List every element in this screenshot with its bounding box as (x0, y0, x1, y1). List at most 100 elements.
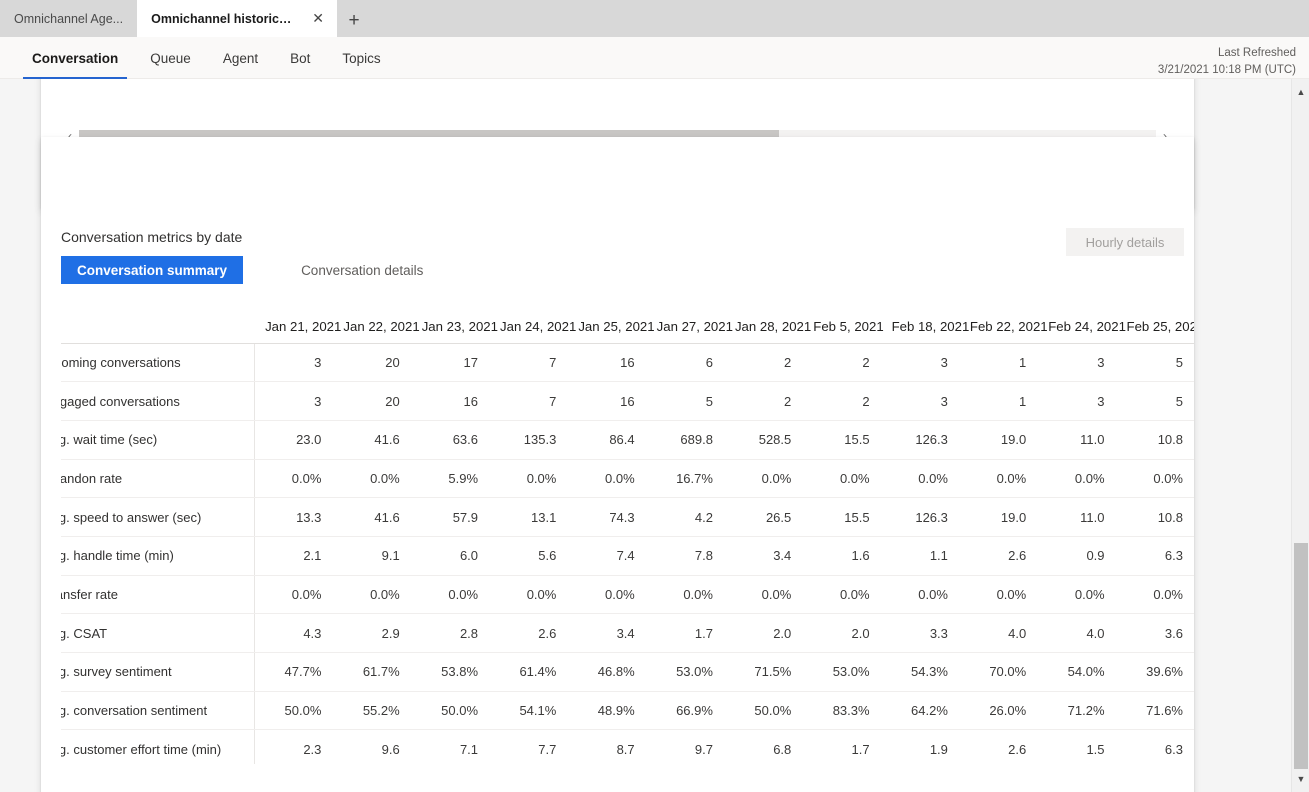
table-cell: 7.7 (489, 729, 568, 764)
column-header[interactable]: Jan 24, 2021 (489, 295, 576, 344)
table-row: Engaged conversations320167165223135 (61, 381, 1194, 421)
table-row: Transfer rate0.0%0.0%0.0%0.0%0.0%0.0%0.0… (61, 575, 1194, 615)
tab-label: Queue (150, 50, 191, 66)
row-label: Avg. customer effort time (min) (61, 729, 255, 764)
table-cell: 0.0% (1037, 575, 1116, 615)
table-cell: 0.0% (332, 575, 411, 615)
table-cell: 0.0% (567, 459, 646, 499)
browser-tab-active[interactable]: Omnichannel historical an... ✕ (137, 0, 338, 37)
table-cell: 11.0 (1037, 420, 1116, 460)
table-cell: 1.1 (880, 536, 959, 576)
table-cell: 3.4 (723, 536, 803, 576)
table-cell: 71.6% (1115, 691, 1194, 731)
column-header[interactable]: Feb 24, 2021 (1037, 295, 1126, 344)
tab-bot[interactable]: Bot (278, 37, 322, 79)
column-header[interactable]: Jan 22, 2021 (332, 295, 420, 344)
metrics-table-scroll-region[interactable]: Jan 21, 2021 Jan 22, 2021 Jan 23, 2021 J… (61, 295, 1194, 764)
table-cell: 126.3 (880, 497, 959, 537)
column-header[interactable]: Jan 28, 2021 (723, 295, 811, 344)
scroll-thumb[interactable] (1294, 543, 1308, 769)
table-cell: 6.0 (410, 536, 490, 576)
report-page: ‹ › Conversation metrics by date Hourly … (0, 79, 1291, 792)
table-row: Avg. customer effort time (min) 2.3 9.6 7.1… (61, 729, 1194, 764)
table-cell: 10.8 (1115, 497, 1194, 537)
scroll-down-icon[interactable]: ▼ (1292, 770, 1309, 788)
table-cell: 2.1 (254, 536, 333, 576)
table-cell: 26.0% (958, 691, 1038, 731)
table-cell: 83.3% (802, 691, 881, 731)
table-cell: 0.0% (1037, 459, 1116, 499)
table-cell: 17 (410, 343, 490, 383)
table-cell: 1.9 (880, 729, 959, 764)
table-cell: 19.0 (958, 497, 1038, 537)
table-cell: 53.0% (645, 652, 724, 692)
pivot-conversation-details[interactable]: Conversation details (285, 256, 439, 284)
column-header[interactable]: Feb 25, 2021 (1115, 295, 1194, 344)
tab-topics[interactable]: Topics (330, 37, 392, 79)
table-cell: 0.0% (723, 575, 803, 615)
table-cell: 0.0% (254, 459, 333, 499)
table-cell: 6.3 (1115, 729, 1194, 764)
table-cell: 7.8 (645, 536, 724, 576)
table-cell: 3.4 (567, 613, 646, 653)
browser-tab-inactive[interactable]: Omnichannel Age... (0, 0, 138, 37)
table-cell: 2 (723, 381, 803, 421)
report-nav-tabs: Conversation Queue Agent Bot Topics (20, 37, 393, 79)
table-cell: 4.3 (254, 613, 333, 653)
pivot-conversation-summary[interactable]: Conversation summary (61, 256, 244, 284)
page-vertical-scrollbar[interactable]: ▲ ▼ (1291, 79, 1309, 792)
table-cell: 54.1% (489, 691, 568, 731)
tab-agent[interactable]: Agent (211, 37, 270, 79)
table-cell: 0.9 (1037, 536, 1116, 576)
table-row: Incoming conversations320177166223135 (61, 343, 1194, 383)
table-cell: 7 (489, 343, 568, 383)
table-cell: 2.6 (958, 536, 1038, 576)
table-cell: 3 (254, 381, 333, 421)
column-header[interactable]: Jan 23, 2021 (410, 295, 498, 344)
table-cell: 55.2% (332, 691, 411, 731)
tab-label: Conversation (32, 50, 119, 66)
table-cell: 7.1 (410, 729, 490, 764)
table-cell: 66.9% (645, 691, 724, 731)
table-cell: 19.0 (958, 420, 1038, 460)
table-cell: 0.0% (410, 575, 490, 615)
hourly-details-button[interactable]: Hourly details (1066, 228, 1184, 256)
table-cell: 0.0% (489, 575, 568, 615)
table-cell: 7.4 (567, 536, 646, 576)
last-refreshed-value: 3/21/2021 10:18 PM (UTC) (1157, 64, 1296, 76)
table-cell: 0.0% (567, 575, 646, 615)
pivot-group: Conversation summary Conversation detail… (61, 256, 439, 284)
column-header[interactable]: Jan 27, 2021 (645, 295, 733, 344)
table-cell: 41.6 (332, 420, 411, 460)
table-cell: 48.9% (567, 691, 646, 731)
table-cell: 2.8 (410, 613, 490, 653)
table-cell: 3.6 (1115, 613, 1194, 653)
tab-queue[interactable]: Queue (138, 37, 203, 79)
table-cell: 4.0 (1037, 613, 1116, 653)
column-header[interactable]: Feb 22, 2021 (958, 295, 1048, 344)
column-header[interactable]: Jan 25, 2021 (567, 295, 655, 344)
table-cell: 11.0 (1037, 497, 1116, 537)
table-cell: 13.1 (489, 497, 568, 537)
table-cell: 1 (958, 381, 1038, 421)
table-cell: 64.2% (880, 691, 959, 731)
table-cell: 0.0% (880, 459, 959, 499)
column-header[interactable]: Jan 21, 2021 (254, 295, 341, 344)
scroll-up-icon[interactable]: ▲ (1292, 83, 1309, 101)
table-head: Jan 21, 2021 Jan 22, 2021 Jan 23, 2021 J… (61, 295, 1194, 344)
close-icon[interactable]: ✕ (307, 8, 329, 30)
tab-conversation[interactable]: Conversation (20, 37, 130, 79)
new-tab-icon[interactable]: + (337, 5, 371, 37)
table-row: Avg. survey sentiment47.7%61.7%53.8%61.4… (61, 652, 1194, 692)
table-cell: 6.8 (723, 729, 803, 764)
table-cell: 20 (332, 381, 411, 421)
app-header: Conversation Queue Agent Bot Topics Last… (0, 37, 1309, 79)
table-cell: 1 (958, 343, 1038, 383)
table-cell: 689.8 (645, 420, 724, 460)
column-header[interactable]: Feb 5, 2021 (802, 295, 884, 344)
table-cell: 50.0% (410, 691, 490, 731)
column-header[interactable]: Feb 18, 2021 (880, 295, 969, 344)
page-title: Conversation metrics by date (61, 229, 243, 245)
table-row: Avg. CSAT4.32.92.82.63.41.72.02.03.34.04… (61, 613, 1194, 653)
table-cell: 57.9 (410, 497, 490, 537)
